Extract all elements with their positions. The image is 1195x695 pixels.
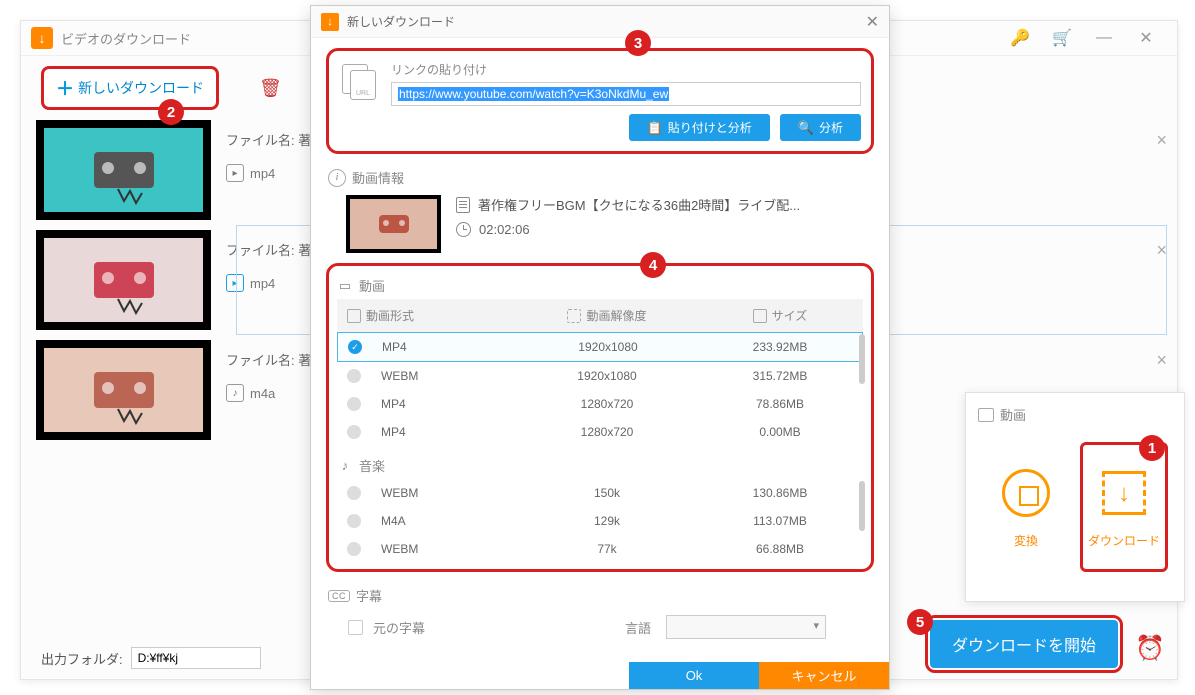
clock-icon: [456, 222, 471, 237]
search-icon: 🔍: [798, 120, 814, 136]
start-download-wrapper: ダウンロードを開始: [925, 615, 1123, 673]
cc-icon: CC: [328, 590, 350, 602]
language-select[interactable]: [666, 615, 826, 639]
callout-badge-1: 1: [1139, 435, 1165, 461]
video-icon: [978, 408, 994, 422]
callout-badge-3: 3: [625, 30, 651, 56]
video-thumbnail: [346, 195, 441, 253]
video-icon: ▭: [337, 278, 353, 294]
new-download-dialog: ↓ 新しいダウンロード ✕ URL リンクの貼り付け https://www.y…: [310, 5, 890, 690]
thumbnail: [36, 230, 211, 330]
formats-section: ▭ 動画 動画形式 動画解像度 サイズ ✓MP41920x1080233.92M…: [326, 263, 874, 572]
convert-icon: [1002, 469, 1050, 517]
footer: 出力フォルダ:: [41, 647, 261, 669]
minimize-button[interactable]: —: [1083, 23, 1125, 53]
video-title: 著作権フリーBGM【クセになる36曲2時間】ライブ配...: [478, 195, 800, 214]
ok-button[interactable]: Ok: [629, 662, 759, 689]
dialog-logo-icon: ↓: [321, 13, 339, 31]
side-panel: 動画 変換 ダウンロード: [965, 392, 1185, 602]
format-row[interactable]: WEBM1920x1080315.72MB: [337, 362, 863, 390]
url-input[interactable]: https://www.youtube.com/watch?v=K3oNkdMu…: [391, 82, 861, 106]
callout-badge-5: 5: [907, 609, 933, 635]
format-row[interactable]: MP41280x72078.86MB: [337, 390, 863, 418]
output-folder-input[interactable]: [131, 647, 261, 669]
music-icon: ♪: [337, 458, 353, 474]
dialog-title: 新しいダウンロード: [347, 13, 455, 30]
remove-item-icon[interactable]: ×: [1156, 240, 1167, 261]
format-row[interactable]: ✓MP41920x1080233.92MB: [337, 332, 863, 362]
radio-icon: [347, 542, 361, 556]
callout-badge-4: 4: [640, 252, 666, 278]
video-duration: 02:02:06: [479, 222, 530, 237]
audio-formats-header: ♪ 音楽: [337, 452, 863, 479]
remove-item-icon[interactable]: ×: [1156, 350, 1167, 371]
format-icon: ▸: [226, 164, 244, 182]
start-download-button[interactable]: ダウンロードを開始: [930, 620, 1118, 668]
format-text: mp4: [250, 276, 275, 291]
main-title: ビデオのダウンロード: [61, 29, 191, 48]
original-subtitle-checkbox[interactable]: [348, 620, 363, 635]
app-logo-icon: ↓: [31, 27, 53, 49]
format-row[interactable]: WEBM77k66.88MB: [337, 535, 863, 563]
radio-icon: [347, 514, 361, 528]
size-col-icon: [753, 309, 767, 323]
resolution-col-icon: [567, 309, 581, 323]
url-icon: URL: [339, 61, 381, 103]
format-row[interactable]: MP41280x7200.00MB: [337, 418, 863, 446]
format-icon: ▸: [226, 274, 244, 292]
link-section: URL リンクの貼り付け https://www.youtube.com/wat…: [326, 48, 874, 154]
paste-analyze-button[interactable]: 📋貼り付けと分析: [629, 114, 770, 141]
document-icon: [456, 197, 470, 213]
format-row[interactable]: WEBM150k130.86MB: [337, 479, 863, 507]
dialog-titlebar: ↓ 新しいダウンロード ✕: [311, 6, 889, 38]
info-icon: i: [328, 169, 346, 187]
alarm-icon[interactable]: ⏰: [1135, 634, 1165, 663]
format-text: m4a: [250, 386, 275, 401]
paste-icon: 📋: [647, 120, 663, 136]
format-col-icon: [347, 309, 361, 323]
scrollbar[interactable]: [859, 334, 865, 384]
format-icon: ♪: [226, 384, 244, 402]
subtitle-section: CC字幕 元の字幕 言語: [326, 580, 874, 645]
language-label: 言語: [625, 618, 651, 637]
plus-icon: ＋: [56, 75, 74, 101]
download-icon: [1102, 471, 1146, 515]
video-info-header: i 動画情報: [326, 164, 874, 195]
video-info: 著作権フリーBGM【クセになる36曲2時間】ライブ配... 02:02:06: [326, 195, 874, 263]
delete-icon[interactable]: 🗑: [259, 78, 282, 99]
convert-button[interactable]: 変換: [982, 442, 1070, 572]
analyze-button[interactable]: 🔍分析: [780, 114, 861, 141]
download-button[interactable]: ダウンロード: [1080, 442, 1168, 572]
link-paste-label: リンクの貼り付け: [391, 61, 861, 78]
dialog-footer: Ok キャンセル: [311, 662, 889, 689]
new-download-label: 新しいダウンロード: [78, 78, 204, 98]
radio-icon: [347, 397, 361, 411]
video-formats-header: ▭ 動画: [337, 272, 863, 299]
thumbnail: [36, 340, 211, 440]
format-text: mp4: [250, 166, 275, 181]
scrollbar[interactable]: [859, 481, 865, 531]
callout-badge-2: 2: [158, 99, 184, 125]
cancel-button[interactable]: キャンセル: [759, 662, 889, 689]
new-download-button[interactable]: ＋ 新しいダウンロード: [41, 66, 219, 110]
output-folder-label: 出力フォルダ:: [41, 649, 123, 668]
original-subtitle-label: 元の字幕: [373, 618, 425, 637]
license-key-icon[interactable]: 🔑: [999, 23, 1041, 53]
dialog-close-icon[interactable]: ✕: [866, 12, 879, 32]
radio-icon: [347, 486, 361, 500]
thumbnail: [36, 120, 211, 220]
cart-icon[interactable]: 🛒: [1041, 23, 1083, 53]
format-table-header: 動画形式 動画解像度 サイズ: [337, 299, 863, 332]
radio-icon: [347, 425, 361, 439]
format-row[interactable]: M4A129k113.07MB: [337, 507, 863, 535]
radio-icon: [347, 369, 361, 383]
remove-item-icon[interactable]: ×: [1156, 130, 1167, 151]
close-button[interactable]: ✕: [1125, 23, 1167, 53]
radio-selected-icon: ✓: [348, 340, 362, 354]
